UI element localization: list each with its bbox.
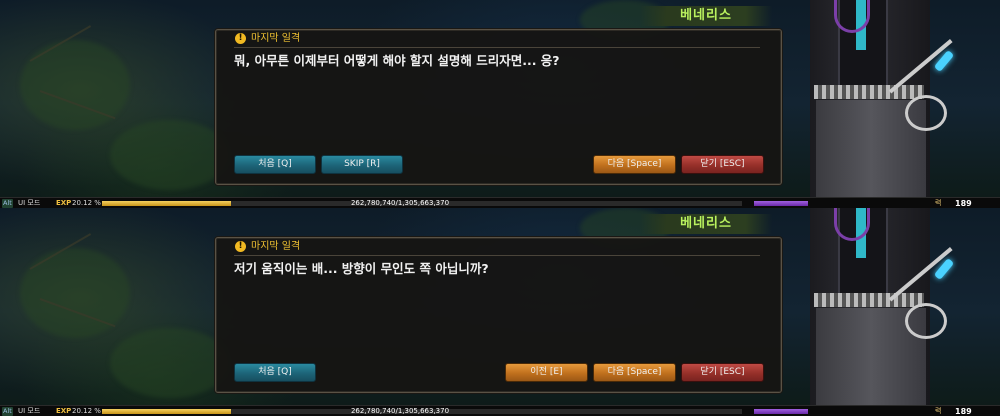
quest-title: 마지막 일격 (251, 33, 301, 44)
divider (234, 47, 760, 48)
bush-foliage (110, 120, 230, 190)
stat-value: 189 (955, 199, 972, 208)
close-button[interactable]: 닫기 [ESC] (681, 363, 764, 382)
quest-title: 마지막 일격 (251, 241, 301, 252)
status-bar: Alt UI 모드 EXP 20.12 % 262,780,740/1,305,… (0, 197, 1000, 208)
exp-label: EXP (56, 199, 72, 207)
purple-gauge (754, 201, 808, 206)
exp-percent: 20.12 % (72, 199, 101, 207)
speaker-name: 베네리스 (640, 214, 772, 234)
stat-value: 189 (955, 407, 972, 416)
close-button[interactable]: 닫기 [ESC] (681, 155, 764, 174)
alt-key-badge[interactable]: Alt (2, 407, 13, 416)
exp-numbers: 262,780,740/1,305,663,370 (350, 199, 450, 207)
prev-button[interactable]: 이전 [E] (505, 363, 588, 382)
divider (234, 255, 760, 256)
ui-mode-label[interactable]: UI 모드 (18, 406, 40, 416)
exp-numbers: 262,780,740/1,305,663,370 (350, 407, 450, 415)
exp-label: EXP (56, 407, 72, 415)
exclamation-icon: ! (235, 33, 246, 44)
bush-foliage (110, 328, 230, 398)
dialog-box: ! 마지막 일격 뭐, 아무튼 이제부터 어떻게 해야 할지 설명해 드리자면.… (215, 29, 782, 185)
first-button[interactable]: 처음 [Q] (234, 363, 316, 382)
stat-label: 력 (935, 407, 942, 415)
skip-button[interactable]: SKIP [R] (321, 155, 403, 174)
alt-key-badge[interactable]: Alt (2, 199, 13, 208)
exp-percent: 20.12 % (72, 407, 101, 415)
character-portrait (790, 0, 955, 208)
next-button[interactable]: 다음 [Space] (593, 363, 676, 382)
dialog-panel-1: 베네리스 ! 마지막 일격 뭐, 아무튼 이제부터 어떻게 해야 할지 설명해 … (0, 0, 1000, 208)
status-bar: Alt UI 모드 EXP 20.12 % 262,780,740/1,305,… (0, 405, 1000, 416)
purple-gauge (754, 409, 808, 414)
speaker-name: 베네리스 (640, 6, 772, 26)
character-portrait (790, 208, 955, 416)
ui-mode-label[interactable]: UI 모드 (18, 198, 40, 208)
dialog-box: ! 마지막 일격 저기 움직이는 배... 방향이 무인도 쪽 아닙니까? 처음… (215, 237, 782, 393)
first-button[interactable]: 처음 [Q] (234, 155, 316, 174)
exclamation-icon: ! (235, 241, 246, 252)
dialog-text: 뭐, 아무튼 이제부터 어떻게 해야 할지 설명해 드리자면... 응? (234, 53, 560, 68)
next-button[interactable]: 다음 [Space] (593, 155, 676, 174)
exp-bar-fill (102, 201, 231, 206)
dialog-text: 저기 움직이는 배... 방향이 무인도 쪽 아닙니까? (234, 261, 489, 276)
stat-label: 력 (935, 199, 942, 207)
dialog-panel-2: 베네리스 ! 마지막 일격 저기 움직이는 배... 방향이 무인도 쪽 아닙니… (0, 208, 1000, 416)
exp-bar-fill (102, 409, 231, 414)
